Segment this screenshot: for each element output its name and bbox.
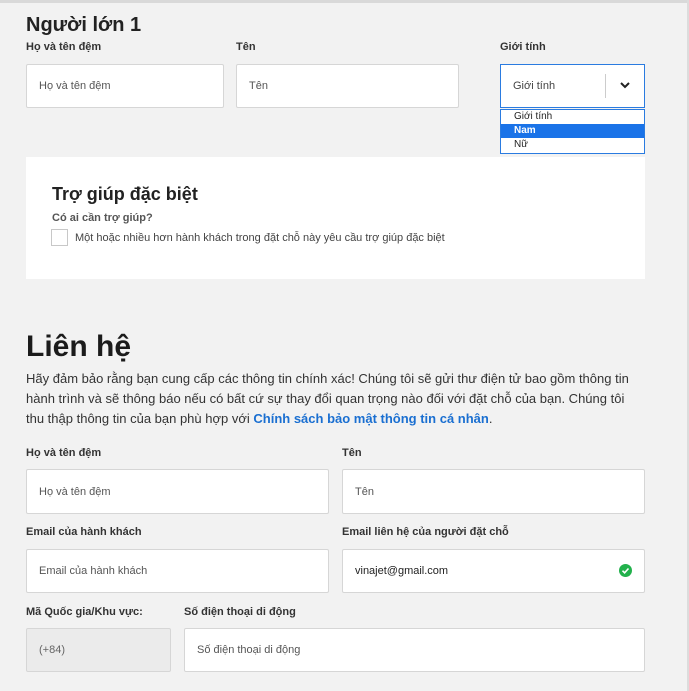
contact-title: Liên hệ xyxy=(26,330,132,363)
chevron-down-icon[interactable] xyxy=(618,78,632,92)
contact-intro-end: . xyxy=(488,411,493,426)
gender-option[interactable]: Giới tính xyxy=(501,110,644,124)
gender-dropdown[interactable]: Giới tính Nam Nữ xyxy=(500,109,645,154)
contact-intro: Hãy đảm bảo rằng bạn cung cấp các thông … xyxy=(26,369,646,429)
passenger-email-label: Email của hành khách xyxy=(26,526,142,538)
booker-email-input[interactable]: vinajet@gmail.com xyxy=(342,549,645,593)
phone-input[interactable]: Số điện thoại di động xyxy=(184,628,645,672)
adult-title: Người lớn 1 xyxy=(26,14,142,36)
contact-last-first-label: Họ và tên đệm xyxy=(26,447,102,459)
gender-option-selected[interactable]: Nam xyxy=(501,124,644,138)
booker-email-label: Email liên hệ của người đặt chỗ xyxy=(342,526,509,538)
contact-name-label: Tên xyxy=(342,447,362,459)
privacy-policy-link[interactable]: Chính sách bảo mật thông tin cá nhân xyxy=(253,411,488,426)
booker-email-value: vinajet@gmail.com xyxy=(355,565,449,577)
gender-option[interactable]: Nữ xyxy=(501,138,644,152)
passenger-email-input[interactable]: Email của hành khách xyxy=(26,549,329,593)
check-circle-icon xyxy=(619,564,632,577)
select-divider xyxy=(605,74,606,98)
gender-select[interactable]: Giới tính xyxy=(500,64,645,108)
special-help-title: Trợ giúp đặc biệt xyxy=(52,184,198,204)
gender-select-value: Giới tính xyxy=(513,80,556,92)
contact-name-input[interactable]: Tên xyxy=(342,469,645,514)
country-code-label: Mã Quốc gia/Khu vực: xyxy=(26,606,143,618)
special-help-question: Có ai cần trợ giúp? xyxy=(52,212,153,224)
contact-last-first-input[interactable]: Họ và tên đệm xyxy=(26,469,329,514)
country-code-field: (+84) xyxy=(26,628,171,672)
top-border xyxy=(0,0,689,3)
adult-name-input[interactable]: Tên xyxy=(236,64,459,108)
special-help-panel: Trợ giúp đặc biệt Có ai cần trợ giúp? Mộ… xyxy=(26,157,645,279)
gender-label: Giới tính xyxy=(500,41,546,53)
adult-last-first-input[interactable]: Họ và tên đệm xyxy=(26,64,224,108)
adult-last-first-label: Họ và tên đệm xyxy=(26,41,102,53)
special-help-checkbox-label[interactable]: Một hoặc nhiều hơn hành khách trong đặt … xyxy=(75,232,445,244)
adult-name-label: Tên xyxy=(236,41,256,53)
phone-label: Số điện thoại di động xyxy=(184,606,296,618)
special-help-checkbox[interactable] xyxy=(51,229,68,246)
